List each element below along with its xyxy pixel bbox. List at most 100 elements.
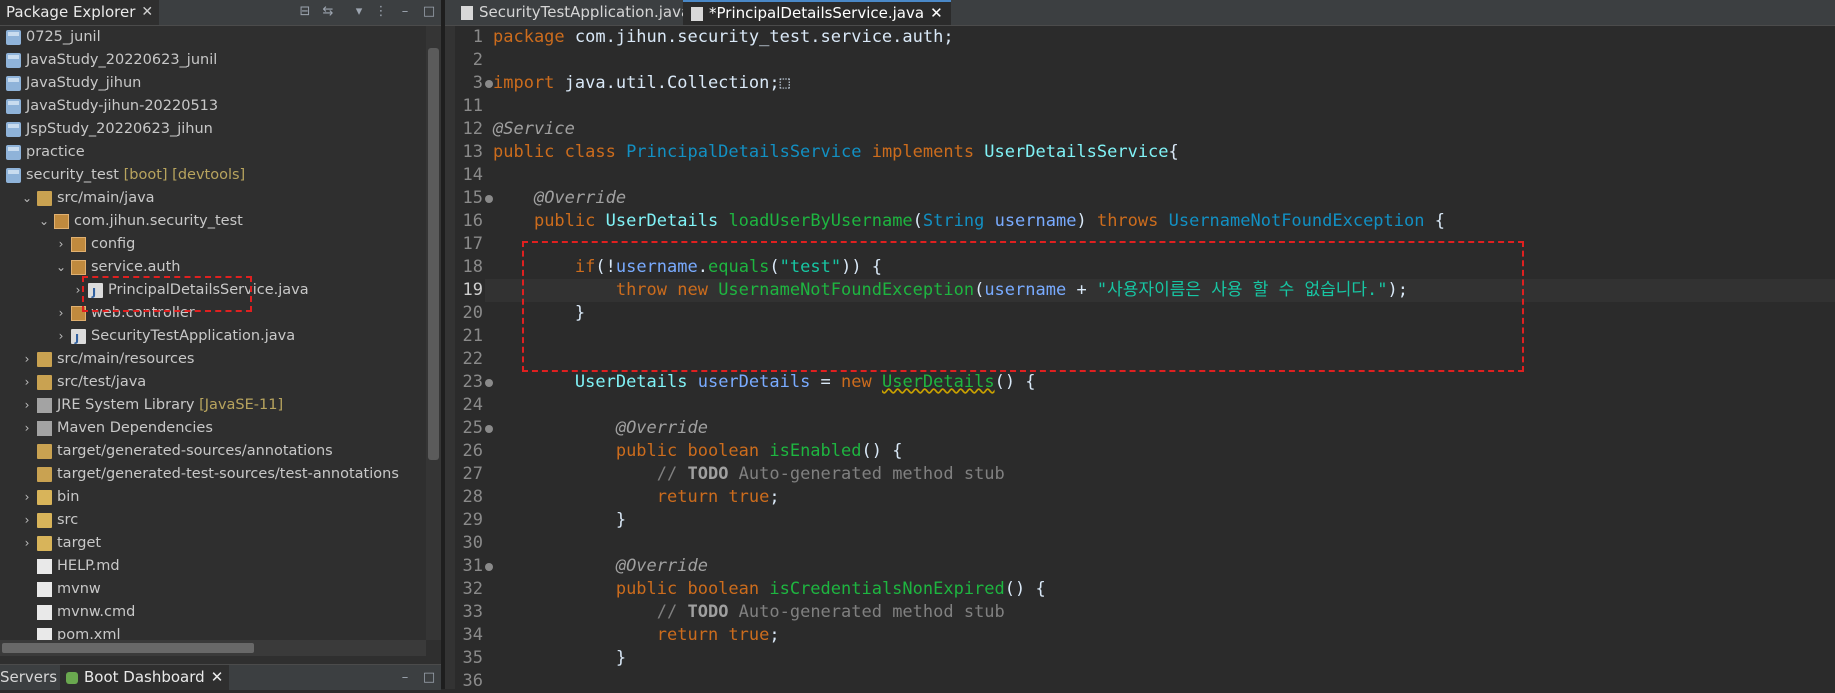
tree-item[interactable]: mvnw xyxy=(0,578,426,601)
tree-item[interactable]: ⌄ com.jihun.security_test xyxy=(0,210,426,233)
code-token: TODO xyxy=(687,602,729,622)
code-token: java.util.Collection; xyxy=(564,73,780,93)
line-number: 31 xyxy=(462,556,483,576)
horizontal-scrollbar[interactable] xyxy=(0,640,426,656)
code-line[interactable]: @Override xyxy=(493,417,708,440)
project-icon xyxy=(6,99,21,114)
vertical-scrollbar[interactable] xyxy=(426,26,441,640)
code-line[interactable]: return true; xyxy=(493,624,780,647)
line-number: 13 xyxy=(462,142,483,162)
tree-item[interactable]: › Maven Dependencies xyxy=(0,417,426,440)
tree-item[interactable]: › SecurityTestApplication.java xyxy=(0,325,426,350)
code-line[interactable]: UserDetails userDetails = new UserDetail… xyxy=(493,371,1036,394)
code-line[interactable]: import java.util.Collection;⬚ xyxy=(493,72,790,95)
line-number: 29 xyxy=(462,510,483,530)
code-token: new xyxy=(841,372,882,392)
code-token: // xyxy=(656,602,688,622)
scrollbar-thumb[interactable] xyxy=(428,48,439,460)
code-line[interactable]: } xyxy=(493,509,626,532)
close-icon[interactable]: ✕ xyxy=(930,1,943,26)
boot-dashboard-label: Boot Dashboard xyxy=(84,668,205,686)
source-folder-icon xyxy=(37,467,52,482)
code-line[interactable]: public boolean isCredentialsNonExpired()… xyxy=(493,578,1046,601)
chevron-down-icon[interactable]: ⌄ xyxy=(38,210,50,233)
chevron-right-icon[interactable]: › xyxy=(21,371,33,394)
chevron-right-icon[interactable]: › xyxy=(21,417,33,440)
tab-servers[interactable]: Servers xyxy=(0,668,57,686)
collapse-all-icon[interactable]: ⊟ xyxy=(297,4,313,20)
code-token: public class xyxy=(493,142,627,162)
code-line[interactable]: public class PrincipalDetailsService imp… xyxy=(493,141,1179,164)
tree-item[interactable]: practice xyxy=(0,141,426,164)
code-line[interactable]: } xyxy=(493,647,626,670)
tree-item[interactable]: 0725_junil xyxy=(0,26,426,49)
chevron-right-icon[interactable]: › xyxy=(21,509,33,532)
tree-item[interactable]: › src xyxy=(0,509,426,532)
code-line[interactable]: public UserDetails loadUserByUsername(St… xyxy=(493,210,1445,233)
chevron-down-icon[interactable]: ⌄ xyxy=(21,187,33,210)
tree-item-label: config xyxy=(91,236,136,252)
scrollbar-thumb[interactable] xyxy=(2,643,254,653)
chevron-right-icon[interactable]: › xyxy=(21,486,33,509)
line-number: 15 xyxy=(462,188,483,208)
chevron-right-icon[interactable]: › xyxy=(55,325,67,348)
code-line[interactable]: // TODO Auto-generated method stub xyxy=(493,601,1005,624)
tab-principaldetailsservice[interactable]: *PrincipalDetailsService.java ✕ xyxy=(683,0,951,25)
code-token: implements xyxy=(871,142,985,162)
code-token: () { xyxy=(1004,579,1046,599)
code-line[interactable]: public boolean isEnabled() { xyxy=(493,440,903,463)
code-line[interactable]: @Service xyxy=(493,118,575,141)
code-token: UsernameNotFoundException xyxy=(1168,211,1435,231)
code-line[interactable]: @Override xyxy=(493,555,708,578)
link-with-editor-icon[interactable]: ⇆ xyxy=(320,4,336,20)
chevron-right-icon[interactable]: › xyxy=(21,394,33,417)
minimize-icon[interactable]: – xyxy=(397,4,413,20)
tree-item[interactable]: › src/test/java xyxy=(0,371,426,394)
code-line[interactable]: @Override xyxy=(493,187,626,210)
bottom-panel-tabbar: Servers Boot Dashboard ✕ – □ xyxy=(0,664,441,690)
boot-dashboard-icon xyxy=(66,671,78,684)
tree-item[interactable]: › target xyxy=(0,532,426,555)
tree-item[interactable]: security_test [boot] [devtools] xyxy=(0,164,426,187)
code-line[interactable]: // TODO Auto-generated method stub xyxy=(493,463,1005,486)
tree-item-label: mvnw xyxy=(57,581,101,597)
tree-item[interactable]: ⌄ src/main/java xyxy=(0,187,426,210)
tree-item[interactable]: JavaStudy-jihun-20220513 xyxy=(0,95,426,118)
tree-item[interactable]: target/generated-sources/annotations xyxy=(0,440,426,463)
code-line[interactable]: package com.jihun.security_test.service.… xyxy=(493,26,954,49)
close-icon[interactable]: ✕ xyxy=(141,0,153,25)
tree-item[interactable]: HELP.md xyxy=(0,555,426,578)
highlight-box-code xyxy=(522,241,1524,372)
close-icon[interactable]: ✕ xyxy=(211,665,224,690)
package-explorer-tab[interactable]: Package Explorer ✕ xyxy=(0,0,160,25)
tree-item-label: com.jihun.security_test xyxy=(74,213,243,229)
tree-item[interactable]: JavaStudy_jihun xyxy=(0,72,426,95)
maximize-icon[interactable]: □ xyxy=(421,670,437,686)
tree-item[interactable]: › config xyxy=(0,233,426,256)
tab-securitytestapplication[interactable]: SecurityTestApplication.java xyxy=(453,0,698,25)
tree-item[interactable]: mvnw.cmd xyxy=(0,601,426,624)
tree-item[interactable]: pom.xml xyxy=(0,624,426,640)
tree-item[interactable]: JspStudy_20220623_jihun xyxy=(0,118,426,141)
code-line[interactable]: return true; xyxy=(493,486,780,509)
chevron-down-icon[interactable]: ⌄ xyxy=(55,256,67,279)
tree-item[interactable]: › src/main/resources xyxy=(0,348,426,371)
view-menu-icon[interactable]: ⋮ xyxy=(373,4,389,20)
package-icon xyxy=(54,214,69,229)
chevron-right-icon[interactable]: › xyxy=(21,348,33,371)
code-token: } xyxy=(493,648,627,668)
chevron-right-icon[interactable]: › xyxy=(55,302,67,325)
line-number: 12 xyxy=(462,119,483,139)
tree-item[interactable]: › JRE System Library [JavaSE-11] xyxy=(0,394,426,417)
minimize-icon[interactable]: – xyxy=(397,670,413,686)
chevron-right-icon[interactable]: › xyxy=(21,532,33,555)
chevron-right-icon[interactable]: › xyxy=(55,233,67,256)
tree-item[interactable]: JavaStudy_20220623_junil xyxy=(0,49,426,72)
maximize-icon[interactable]: □ xyxy=(421,4,437,20)
code-token: ⬚ xyxy=(779,73,790,93)
tab-boot-dashboard[interactable]: Boot Dashboard ✕ xyxy=(60,665,230,690)
tree-item[interactable]: target/generated-test-sources/test-annot… xyxy=(0,463,426,486)
filter-icon[interactable]: ▾ xyxy=(351,4,367,20)
tree-item[interactable]: › bin xyxy=(0,486,426,509)
